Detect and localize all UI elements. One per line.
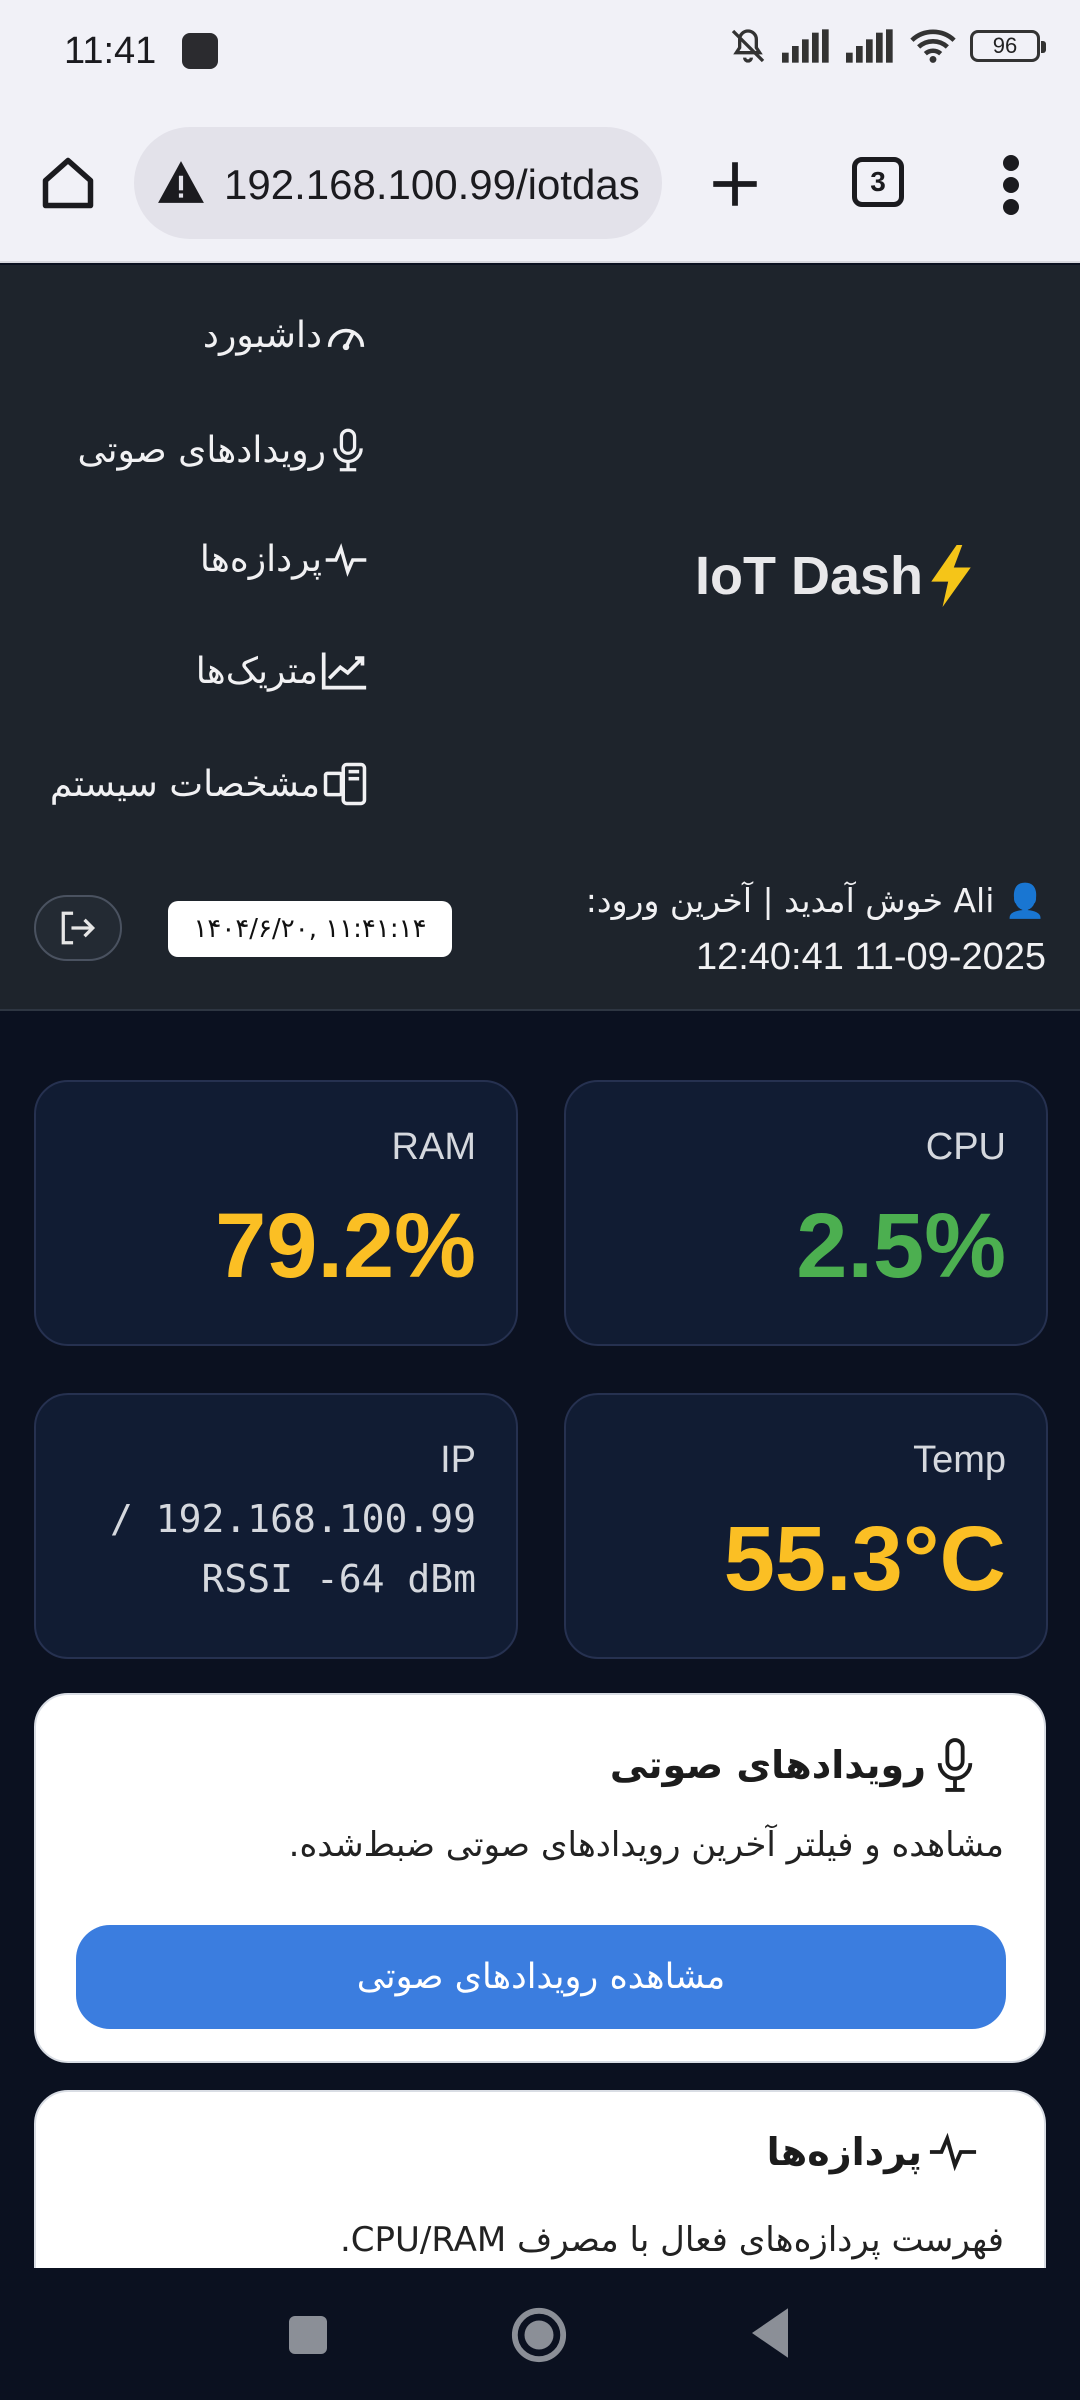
processes-card-title-text: پردازه‌ها [766, 2130, 922, 2174]
nav-item-label: داشبورد [202, 315, 322, 356]
nav-item-label: رویدادهای صوتی [77, 429, 326, 471]
ip-card: IP / 192.168.100.99 RSSI -64 dBm [34, 1393, 518, 1659]
status-bar: 11:41 96 [0, 0, 1080, 105]
warning-icon[interactable] [156, 159, 206, 205]
url-text[interactable]: 192.168.100.99/iotdas [224, 161, 640, 209]
microphone-icon [333, 428, 363, 472]
ram-label: RAM [391, 1126, 476, 1168]
processes-card-description: فهرست پردازه‌های فعال با مصرف CPU/RAM. [339, 2220, 1004, 2260]
lightning-icon [931, 545, 971, 607]
logout-icon [61, 911, 96, 945]
ram-value: 79.2% [215, 1195, 476, 1297]
brand-title: IoT Dash [695, 546, 924, 606]
address-bar[interactable]: 192.168.100.99/iotdas [134, 127, 662, 239]
pulse-icon [325, 542, 367, 577]
ip-address: / 192.168.100.99 [109, 1497, 476, 1541]
clock-badge: ۱۴۰۴/۶/۲۰, ۱۱:۴۱:۱۴ [168, 901, 452, 957]
nav-item-dashboard[interactable]: داشبورد [203, 315, 368, 356]
status-time: 11:41 [64, 30, 157, 72]
last-login-time: 12:40:41 11-09-2025 [695, 936, 1046, 978]
cpu-card: CPU 2.5% [564, 1080, 1048, 1346]
pulse-icon [929, 2132, 977, 2172]
audio-card-description: مشاهده و فیلتر آخرین رویدادهای صوتی ضبط‌… [288, 1825, 1004, 1865]
ip-label: IP [440, 1439, 476, 1481]
wifi-icon [910, 29, 956, 63]
nav-item-system-specs[interactable]: مشخصات سیستم [50, 761, 368, 807]
browser-toolbar: 192.168.100.99/iotdas 3 [0, 105, 1080, 263]
nav-item-metrics[interactable]: متریک‌ها [196, 650, 368, 692]
status-icons: 96 [728, 26, 1046, 66]
cpu-label: CPU [925, 1126, 1006, 1168]
battery-icon: 96 [970, 30, 1046, 62]
app-notification-icon [182, 33, 218, 69]
microphone-icon [937, 1738, 973, 1792]
nav-item-processes[interactable]: پردازه‌ها [200, 539, 368, 580]
temp-value: 55.3°C [723, 1508, 1006, 1610]
logout-button[interactable] [34, 895, 122, 961]
temp-card: Temp 55.3°C [564, 1393, 1048, 1659]
welcome-line: 👤 Ali خوش آمدید | آخرین ورود: [585, 881, 1046, 920]
nav-item-label: متریک‌ها [195, 650, 318, 692]
system-nav-bar [0, 2268, 1080, 2400]
back-button[interactable] [746, 2306, 794, 2360]
chart-line-icon [321, 652, 367, 690]
signal-icon [846, 29, 893, 63]
audio-card-title-text: رویدادهای صوتی [609, 1743, 926, 1787]
home-icon[interactable] [38, 153, 98, 213]
nav-item-label: پردازه‌ها [199, 539, 322, 580]
cpu-value: 2.5% [796, 1195, 1006, 1297]
processes-card-title: پردازه‌ها [767, 2130, 978, 2174]
nav-item-audio-events[interactable]: رویدادهای صوتی [78, 427, 368, 473]
temp-label: Temp [913, 1439, 1006, 1481]
new-tab-plus-icon[interactable] [706, 155, 764, 213]
devices-icon [323, 762, 367, 806]
more-vert-icon[interactable] [996, 153, 1026, 217]
audio-card-title: رویدادهای صوتی [610, 1735, 978, 1795]
brand-logo[interactable]: IoT Dash [695, 545, 975, 607]
view-audio-events-button[interactable]: مشاهده رویدادهای صوتی [76, 1925, 1006, 2029]
nav-item-label: مشخصات سیستم [49, 763, 320, 805]
audio-events-card: رویدادهای صوتی مشاهده و فیلتر آخرین روید… [34, 1693, 1046, 2063]
ram-card: RAM 79.2% [34, 1080, 518, 1346]
recents-button[interactable] [289, 2316, 327, 2354]
rssi-value: RSSI -64 dBm [201, 1557, 476, 1601]
gauge-icon [327, 328, 365, 350]
tab-switcher-button[interactable]: 3 [852, 157, 904, 207]
notifications-muted-icon [731, 29, 765, 63]
home-button[interactable] [510, 2306, 568, 2364]
signal-icon [782, 29, 829, 63]
welcome-text: 👤 Ali خوش آمدید | آخرین ورود: 12:40:41 1… [486, 873, 1046, 985]
dashboard-header: داشبورد رویدادهای صوتی پردازه‌ها متریک‌ه… [0, 265, 1080, 1011]
